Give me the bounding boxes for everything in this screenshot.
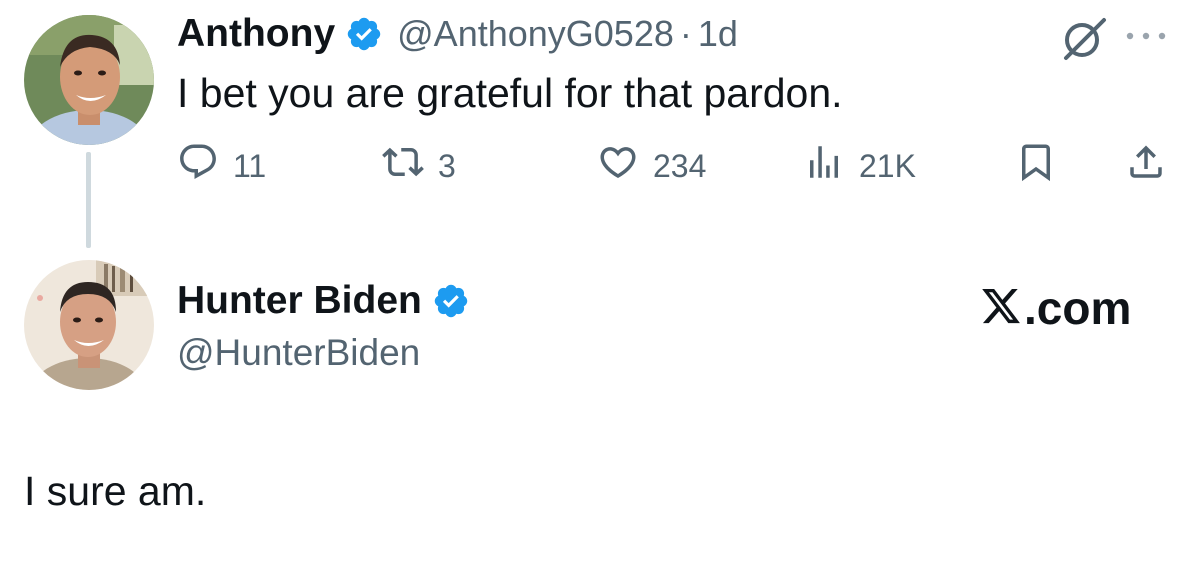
reply-count: 11 xyxy=(233,147,267,184)
repost-icon xyxy=(382,141,424,191)
tweet2-text: I sure am. xyxy=(24,468,207,514)
views-button[interactable]: 21K xyxy=(803,140,916,192)
x-logo-icon xyxy=(980,285,1022,332)
verified-badge-icon[interactable] xyxy=(432,282,470,320)
thread-connector-line xyxy=(86,152,91,248)
tweet1-timestamp[interactable]: 1d xyxy=(698,13,738,55)
reply-button[interactable]: 11 xyxy=(177,140,266,192)
tweet2-header: Hunter Biden xyxy=(177,276,470,326)
bookmark-button[interactable] xyxy=(1015,140,1057,192)
more-icon[interactable] xyxy=(1120,28,1172,44)
tweet1-text: I bet you are grateful for that pardon. xyxy=(177,70,843,116)
hunter-biden-avatar[interactable] xyxy=(24,260,154,390)
tweet1-author-name[interactable]: Anthony xyxy=(177,12,335,56)
tweet1-handle[interactable]: @AnthonyG0528 xyxy=(397,13,674,55)
repost-count: 3 xyxy=(438,147,456,184)
reply-icon xyxy=(177,141,219,191)
bookmark-icon xyxy=(1015,141,1057,191)
brand-domain-text: .com xyxy=(1024,282,1132,334)
tweet2-author-name[interactable]: Hunter Biden xyxy=(177,279,422,323)
share-button[interactable] xyxy=(1125,140,1167,192)
anthony-avatar[interactable] xyxy=(24,15,154,145)
tweet1-action-bar: 11 3 234 21K xyxy=(177,140,1177,192)
like-button[interactable]: 234 xyxy=(597,140,706,192)
like-icon xyxy=(597,141,639,191)
views-count: 21K xyxy=(859,147,916,184)
like-count: 234 xyxy=(653,147,707,184)
x-com-brand: .com xyxy=(980,278,1160,338)
grok-icon[interactable] xyxy=(1058,12,1110,64)
verified-badge-icon[interactable] xyxy=(345,15,383,53)
share-icon xyxy=(1125,141,1167,191)
views-icon xyxy=(803,141,845,191)
separator-dot: · xyxy=(679,13,692,54)
tweet1-header: Anthony @AnthonyG0528 · 1d xyxy=(177,10,738,58)
tweet2-handle[interactable]: @HunterBiden xyxy=(177,332,420,374)
repost-button[interactable]: 3 xyxy=(382,140,456,192)
